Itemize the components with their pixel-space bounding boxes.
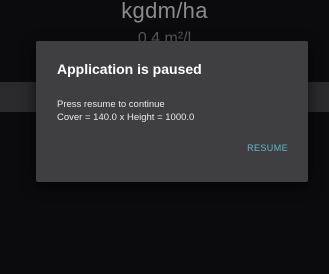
background-unit-label: kgdm/ha bbox=[121, 0, 208, 23]
app-screen: kgdm/ha 0.4 m²/l Application is paused P… bbox=[0, 0, 329, 274]
paused-dialog: Application is paused Press resume to co… bbox=[36, 41, 308, 182]
resume-button[interactable]: RESUME bbox=[245, 141, 290, 155]
dialog-title: Application is paused bbox=[57, 61, 202, 77]
dialog-message-line-2: Cover = 140.0 x Height = 1000.0 bbox=[57, 112, 195, 123]
dialog-message-line-1: Press resume to continue bbox=[57, 99, 165, 110]
dialog-message: Press resume to continue Cover = 140.0 x… bbox=[57, 98, 194, 124]
